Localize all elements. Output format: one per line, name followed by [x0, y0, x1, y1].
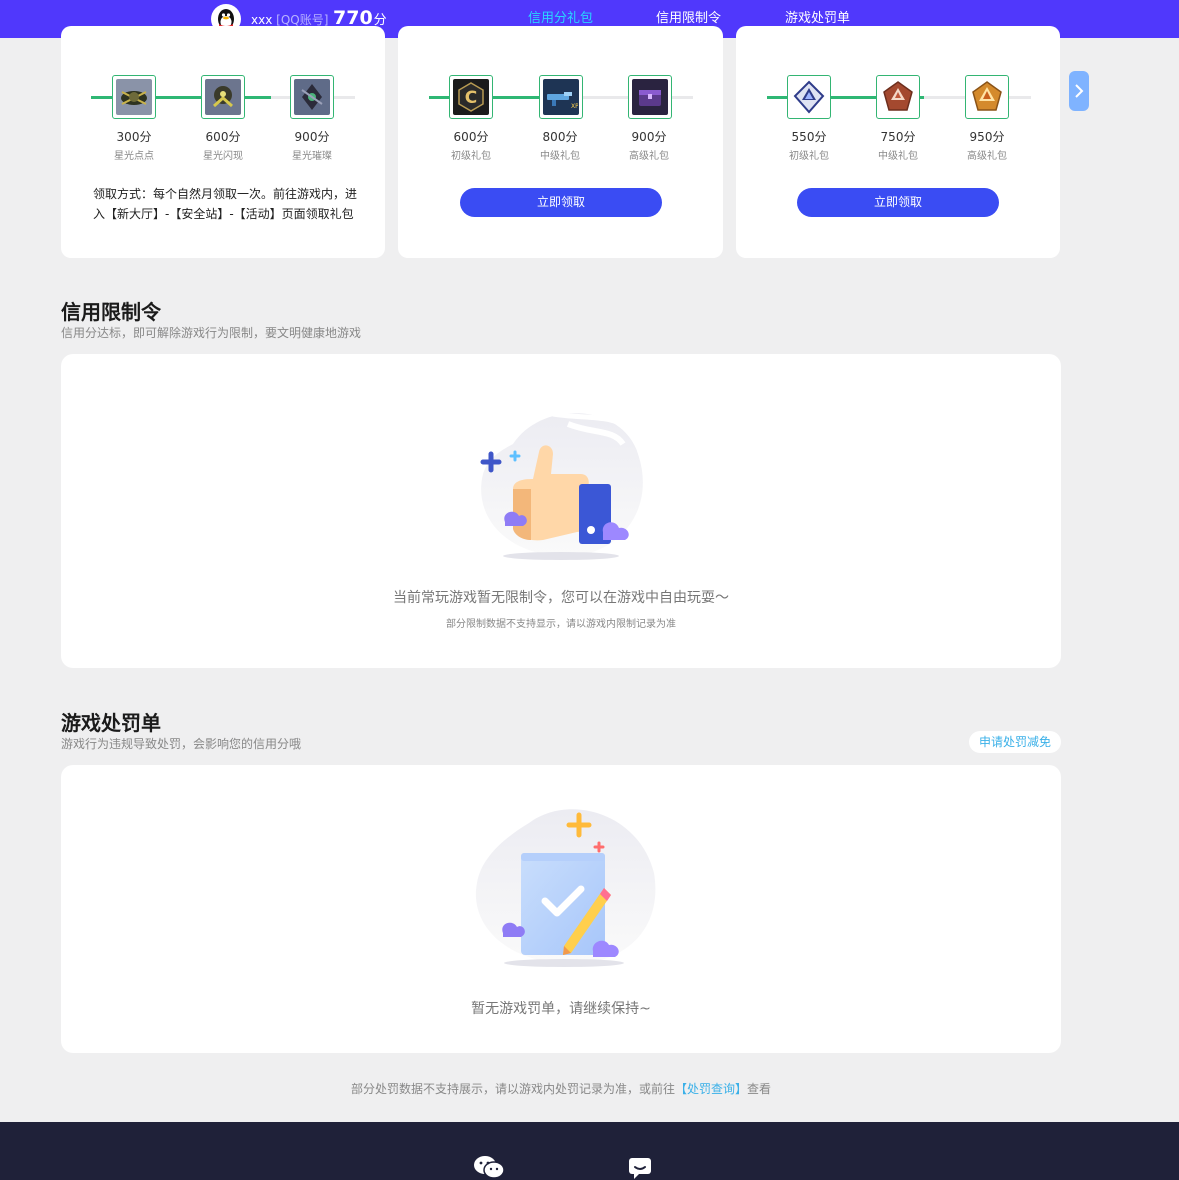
empty-penalty-message: 暂无游戏罚单，请继续保持~	[471, 1001, 651, 1017]
gift-points: 900分	[294, 130, 330, 144]
gift-points: 900分	[631, 130, 667, 144]
gift-points: 600分	[205, 130, 241, 144]
svg-text:C: C	[465, 88, 477, 108]
apply-penalty-reduction-button[interactable]: 申请处罚减免	[969, 731, 1061, 753]
penalty-data-note: 部分处罚数据不支持展示，请以游戏内处罚记录为准，或前往【处罚查询】查看	[0, 1080, 1122, 1097]
gift-points: 300分	[116, 130, 152, 144]
section-subtitle-penalty: 游戏行为违规导致处罚，会影响您的信用分哦	[61, 737, 302, 751]
restriction-panel: 当前常玩游戏暂无限制令，您可以在游戏中自由玩耍～ 部分限制数据不支持显示，请以游…	[61, 354, 1061, 668]
chevron-right-icon	[1075, 84, 1084, 98]
claim-now-button[interactable]: 立即领取	[460, 188, 662, 217]
gift-item[interactable]	[628, 75, 672, 119]
mid-gift-icon: XP	[543, 79, 579, 115]
gift-points: 950分	[969, 130, 1005, 144]
mid-gift-icon	[880, 79, 916, 115]
penalty-note-suffix: 查看	[747, 1082, 772, 1096]
gift-item[interactable]	[112, 75, 156, 119]
wechat-icon[interactable]	[473, 1154, 505, 1180]
gift-name: 星光点点	[114, 151, 154, 162]
gift-name: 星光闪现	[203, 151, 243, 162]
star-brilliant-reward-icon	[294, 79, 330, 115]
gift-item[interactable]	[787, 75, 831, 119]
star-dot-reward-icon	[116, 79, 152, 115]
message-icon[interactable]	[628, 1157, 652, 1179]
section-title-restriction: 信用限制令	[61, 300, 161, 324]
basic-gift-icon: C	[453, 79, 489, 115]
gift-points: 600分	[453, 130, 489, 144]
svg-text:XP: XP	[571, 103, 578, 110]
gift-item[interactable]: C	[449, 75, 493, 119]
gift-name: 高级礼包	[629, 151, 669, 162]
gift-item[interactable]	[965, 75, 1009, 119]
penalty-note-prefix: 部分处罚数据不支持展示，请以游戏内处罚记录为准，或前往	[350, 1082, 675, 1096]
empty-restriction-note: 部分限制数据不支持显示，请以游戏内限制记录为准	[446, 619, 676, 630]
gift-name: 星光璀璨	[292, 151, 332, 162]
account-type: [QQ账号]	[276, 13, 329, 27]
footer	[0, 1122, 1179, 1180]
gift-points: 550分	[791, 130, 827, 144]
gift-name: 初级礼包	[451, 151, 491, 162]
claim-now-button[interactable]: 立即领取	[797, 188, 999, 217]
gift-points: 800分	[542, 130, 578, 144]
advanced-gift-icon	[969, 79, 1005, 115]
basic-gift-icon	[791, 79, 827, 115]
penalty-panel: 暂无游戏罚单，请继续保持~	[61, 765, 1061, 1053]
gift-points: 750分	[880, 130, 916, 144]
gift-name: 高级礼包	[967, 151, 1007, 162]
gift-item[interactable]	[290, 75, 334, 119]
advanced-gift-icon	[632, 79, 668, 115]
thumbs-up-illustration	[480, 411, 643, 560]
penalty-query-link[interactable]: 【处罚查询】	[675, 1082, 747, 1096]
gift-name: 中级礼包	[878, 151, 918, 162]
gift-item[interactable]	[201, 75, 245, 119]
empty-restriction-message: 当前常玩游戏暂无限制令，您可以在游戏中自由玩耍～	[393, 590, 729, 606]
claim-instructions: 领取方式：每个自然月领取一次。前往游戏内，进入【新大厅】-【安全站】-【活动】页…	[93, 187, 358, 221]
gift-name: 初级礼包	[789, 151, 829, 162]
carousel-next-button[interactable]	[1069, 71, 1089, 111]
star-flash-reward-icon	[205, 79, 241, 115]
section-title-penalty: 游戏处罚单	[61, 711, 161, 735]
username: xxx	[251, 13, 273, 27]
section-subtitle-restriction: 信用分达标，即可解除游戏行为限制，要文明健康地游戏	[61, 326, 362, 340]
checklist-pencil-illustration	[475, 809, 656, 967]
gift-name: 中级礼包	[540, 151, 580, 162]
gift-item[interactable]	[876, 75, 920, 119]
gift-item[interactable]: XP	[539, 75, 583, 119]
